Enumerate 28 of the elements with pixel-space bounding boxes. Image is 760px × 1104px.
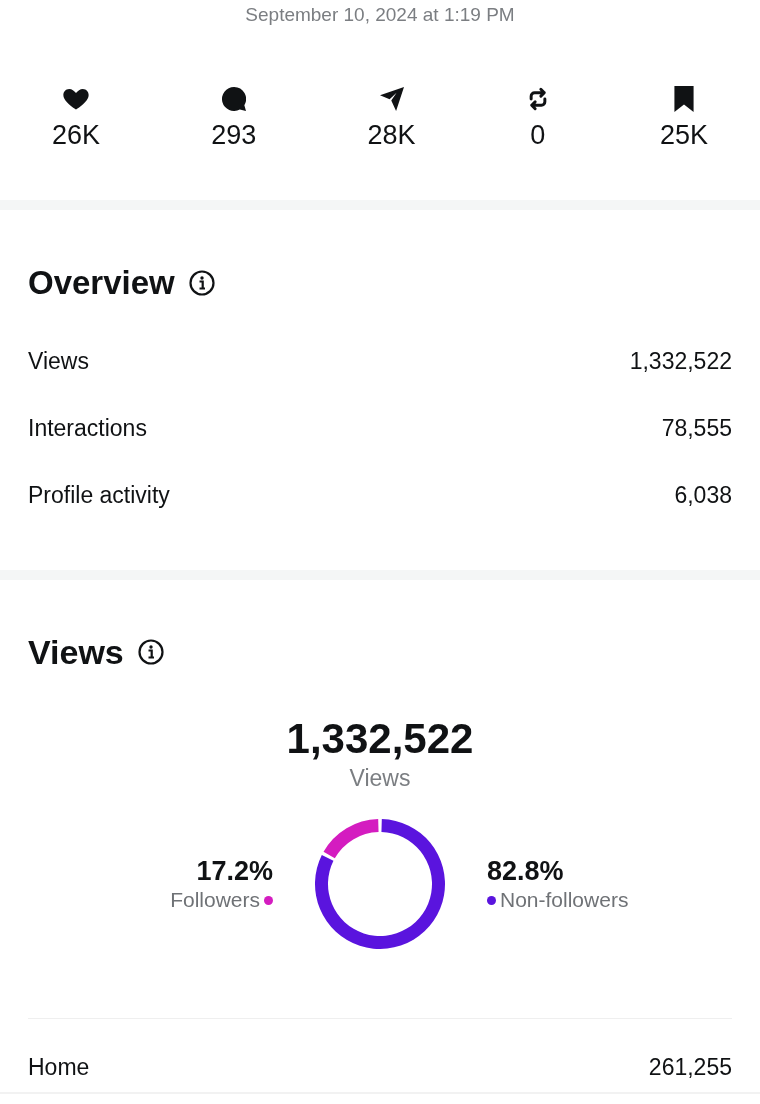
paper-plane-icon [379, 87, 404, 111]
total-views-label: Views [349, 765, 411, 791]
total-views: 1,332,522 [286, 715, 474, 763]
engagement-count: 0 [530, 120, 546, 150]
speech-bubble-icon [221, 87, 246, 111]
engagement-count: 25K [659, 120, 708, 150]
info-icon[interactable] [188, 270, 215, 296]
heart-icon [63, 88, 89, 110]
info-icon[interactable] [137, 639, 164, 665]
engagement-count: 293 [211, 120, 257, 150]
engagement-count: 28K [367, 120, 416, 150]
legend-label: Followers [170, 887, 260, 913]
source-value: 261,255 [648, 1053, 732, 1081]
legend-label: Non-followers [500, 887, 629, 913]
source-label: Home [28, 1053, 90, 1081]
metric-label: Views [28, 346, 89, 375]
metric-label: Interactions [28, 413, 147, 442]
metric-value: 6,038 [674, 480, 732, 509]
metric-value: 1,332,522 [629, 346, 732, 375]
section-heading: Views [28, 633, 124, 671]
legend-percent: 82.8% [487, 855, 564, 887]
post-timestamp: September 10, 2024 at 1:19 PM [245, 4, 515, 26]
legend-percent: 17.2% [196, 855, 273, 887]
metric-label: Profile activity [28, 480, 170, 509]
engagement-count: 26K [52, 120, 101, 150]
metric-value: 78,555 [661, 413, 732, 442]
section-heading: Overview [28, 264, 175, 302]
bookmark-icon [672, 86, 695, 112]
